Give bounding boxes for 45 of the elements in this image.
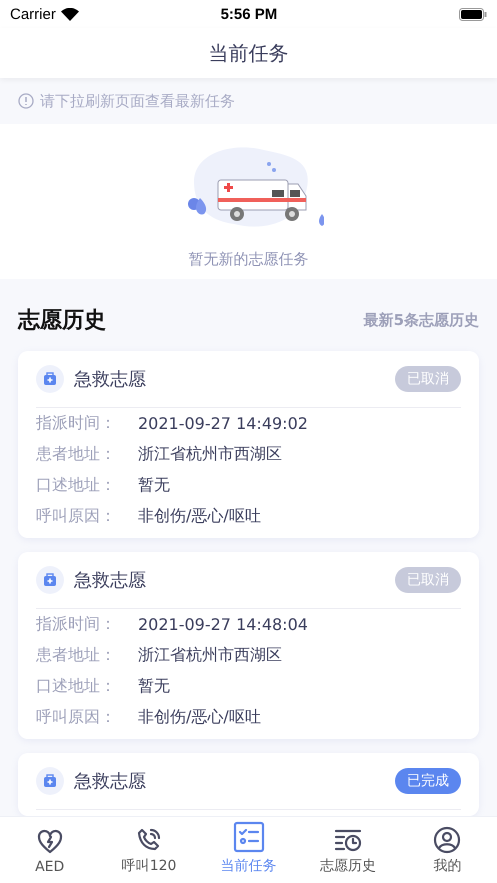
tab[interactable]: 我的 xyxy=(398,817,497,883)
field-label: 指派时间： xyxy=(36,614,117,635)
history-card[interactable]: 急救志愿 已取消 指派时间： 2021-09-27 14:48:04 患者地址： 浙江省杭州市西湖区 口述地址： 暂无 呼叫原因： 非创伤/恶心/呕吐 xyxy=(18,552,479,739)
medical-kit-icon xyxy=(36,767,64,795)
wifi-icon xyxy=(60,8,79,20)
field-value: 非创伤/恶心/呕吐 xyxy=(138,707,261,728)
field-value: 暂无 xyxy=(138,676,170,697)
medical-kit-icon xyxy=(36,566,64,594)
page-title: 当前任务 xyxy=(208,40,288,66)
carrier-name: Carrier xyxy=(10,6,56,22)
status-badge: 已取消 xyxy=(395,366,461,392)
status-time: 5:56 PM xyxy=(220,6,278,22)
field-value: 暂无 xyxy=(138,475,170,496)
section-title: 志愿历史 xyxy=(18,307,106,335)
tab[interactable]: 呼叫120 xyxy=(99,817,199,883)
field-label: 口述地址： xyxy=(36,475,117,496)
battery-icon xyxy=(458,8,487,20)
field-label: 患者地址： xyxy=(36,645,117,666)
tab[interactable]: AED xyxy=(0,817,100,883)
medical-kit-icon xyxy=(36,365,64,393)
refresh-tip: 请下拉刷新页面查看最新任务 xyxy=(40,92,235,110)
user-icon xyxy=(433,826,462,854)
history-card[interactable]: 急救志愿 已取消 指派时间： 2021-09-27 14:49:02 患者地址： 浙江省杭州市西湖区 口述地址： 暂无 呼叫原因： 非创伤/恶心/呕吐 xyxy=(18,351,479,538)
field-label: 指派时间： xyxy=(36,413,117,434)
field-value: 浙江省杭州市西湖区 xyxy=(138,645,282,666)
field-value: 浙江省杭州市西湖区 xyxy=(138,444,282,465)
status-badge: 已取消 xyxy=(395,567,461,593)
card-title: 急救志愿 xyxy=(74,569,147,592)
field-label: 呼叫原因： xyxy=(36,506,117,527)
card-title: 急救志愿 xyxy=(74,770,147,793)
field-label: 患者地址： xyxy=(36,444,117,465)
info-icon xyxy=(18,93,34,109)
checklist-icon xyxy=(232,820,266,854)
heart-icon xyxy=(36,828,64,856)
field-value: 非创伤/恶心/呕吐 xyxy=(138,506,261,527)
card-title: 急救志愿 xyxy=(74,368,147,391)
empty-message: 暂无新的志愿任务 xyxy=(188,250,308,269)
tab[interactable]: 志愿历史 xyxy=(298,817,398,883)
field-label: 呼叫原因： xyxy=(36,707,117,728)
field-value: 2021-09-27 14:49:02 xyxy=(138,414,308,433)
section-subtitle: 最新5条志愿历史 xyxy=(364,310,479,330)
history-card[interactable]: 急救志愿 已完成 xyxy=(18,753,479,816)
field-value: 2021-09-27 14:48:04 xyxy=(138,615,308,634)
status-badge: 已完成 xyxy=(395,768,461,794)
field-label: 口述地址： xyxy=(36,676,117,697)
